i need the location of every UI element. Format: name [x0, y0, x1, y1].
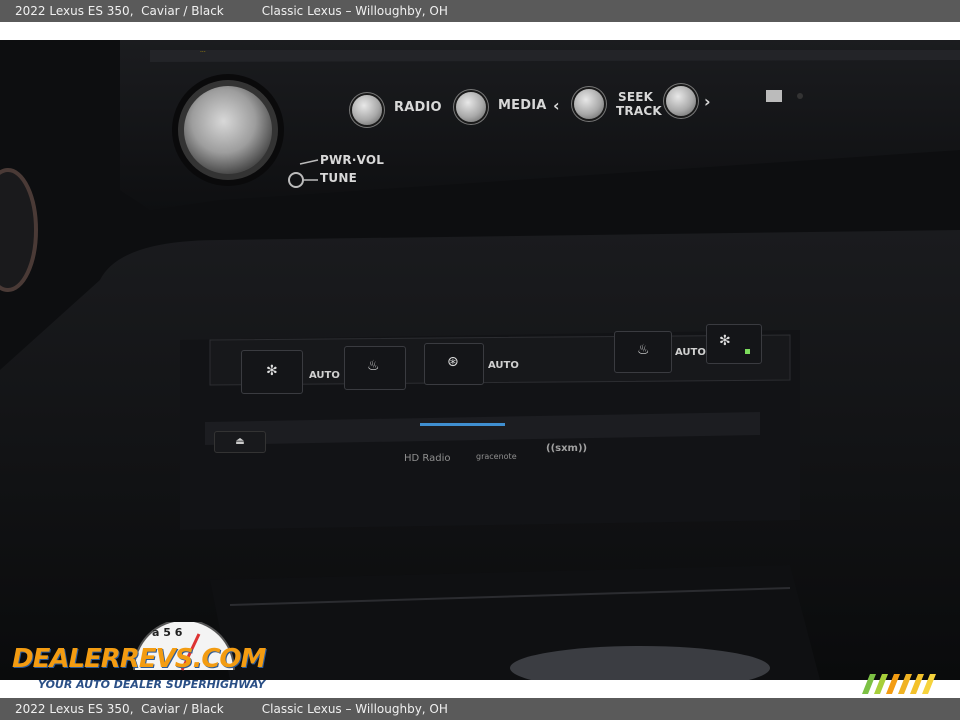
dealerrevs-logo-text: DEALERREVS.COM	[12, 644, 266, 674]
caption-bar-bottom: 2022 Lexus ES 350, Caviar / Black Classi…	[0, 698, 960, 720]
auto-right-label: AUTO	[675, 347, 706, 358]
left-seat-vent-button[interactable]: ✻	[241, 350, 303, 394]
caption-title-bottom: 2022 Lexus ES 350, Caviar / Black	[15, 702, 224, 716]
seat-fan-icon: ✻	[266, 363, 278, 379]
steering-wheel-icon: ⊛	[447, 354, 459, 370]
right-seat-heat-button[interactable]: ♨	[614, 331, 672, 373]
top-white-strip	[0, 22, 960, 40]
hd-radio-logo: HD Radio	[404, 453, 451, 464]
gracenote-logo: gracenote	[476, 452, 517, 461]
seek-label: SEEK	[618, 90, 654, 104]
seek-left-chevron-icon[interactable]: ‹	[553, 96, 560, 115]
caption-bar-top: 2022 Lexus ES 350, Caviar / Black Classi…	[0, 0, 960, 22]
caption-title: 2022 Lexus ES 350, Caviar / Black	[15, 4, 224, 18]
radio-button[interactable]	[352, 95, 382, 125]
track-label: TRACK	[616, 104, 662, 118]
dealerrevs-watermark: a 5 6 DEALERREVS.COM YOUR AUTO DEALER SU…	[12, 622, 272, 692]
left-seat-heat-button[interactable]: ♨	[344, 346, 406, 390]
seek-right-chevron-icon[interactable]: ›	[704, 92, 711, 111]
dial-digits: a 5 6	[152, 626, 183, 639]
seek-up-button[interactable]	[666, 86, 696, 116]
seat-heat-icon-right: ♨	[637, 342, 650, 358]
media-label: MEDIA	[498, 98, 547, 113]
right-seat-vent-button[interactable]: ✻	[706, 324, 762, 364]
power-volume-knob[interactable]	[178, 80, 278, 180]
sxm-logo: ((sxm))	[546, 443, 588, 454]
dashboard-photo: ... RADIO MEDIA ‹ SEEK TRACK › PWR·VOL T…	[0, 40, 960, 680]
eject-button[interactable]: ⏏	[214, 431, 266, 453]
auto-left-label: AUTO	[309, 370, 340, 381]
seek-down-button[interactable]	[574, 89, 604, 119]
knob-label-tune: TUNE	[320, 171, 357, 185]
caption-dealer: Classic Lexus – Willoughby, OH	[261, 4, 448, 18]
dealerrevs-tagline: YOUR AUTO DEALER SUPERHIGHWAY	[38, 678, 266, 691]
seat-heat-icon: ♨	[367, 358, 380, 374]
seat-fan-icon-right: ✻	[719, 333, 731, 349]
knob-label-pwr-vol: PWR·VOL	[320, 153, 385, 167]
indicator-led	[745, 349, 750, 354]
media-button[interactable]	[456, 92, 486, 122]
speed-stripes-icon	[862, 674, 936, 694]
svg-text:...: ...	[200, 47, 206, 54]
steering-heat-button[interactable]: ⊛	[424, 343, 484, 385]
radio-label: RADIO	[394, 100, 442, 115]
auto-center-label: AUTO	[488, 360, 519, 371]
caption-dealer-bottom: Classic Lexus – Willoughby, OH	[261, 702, 448, 716]
